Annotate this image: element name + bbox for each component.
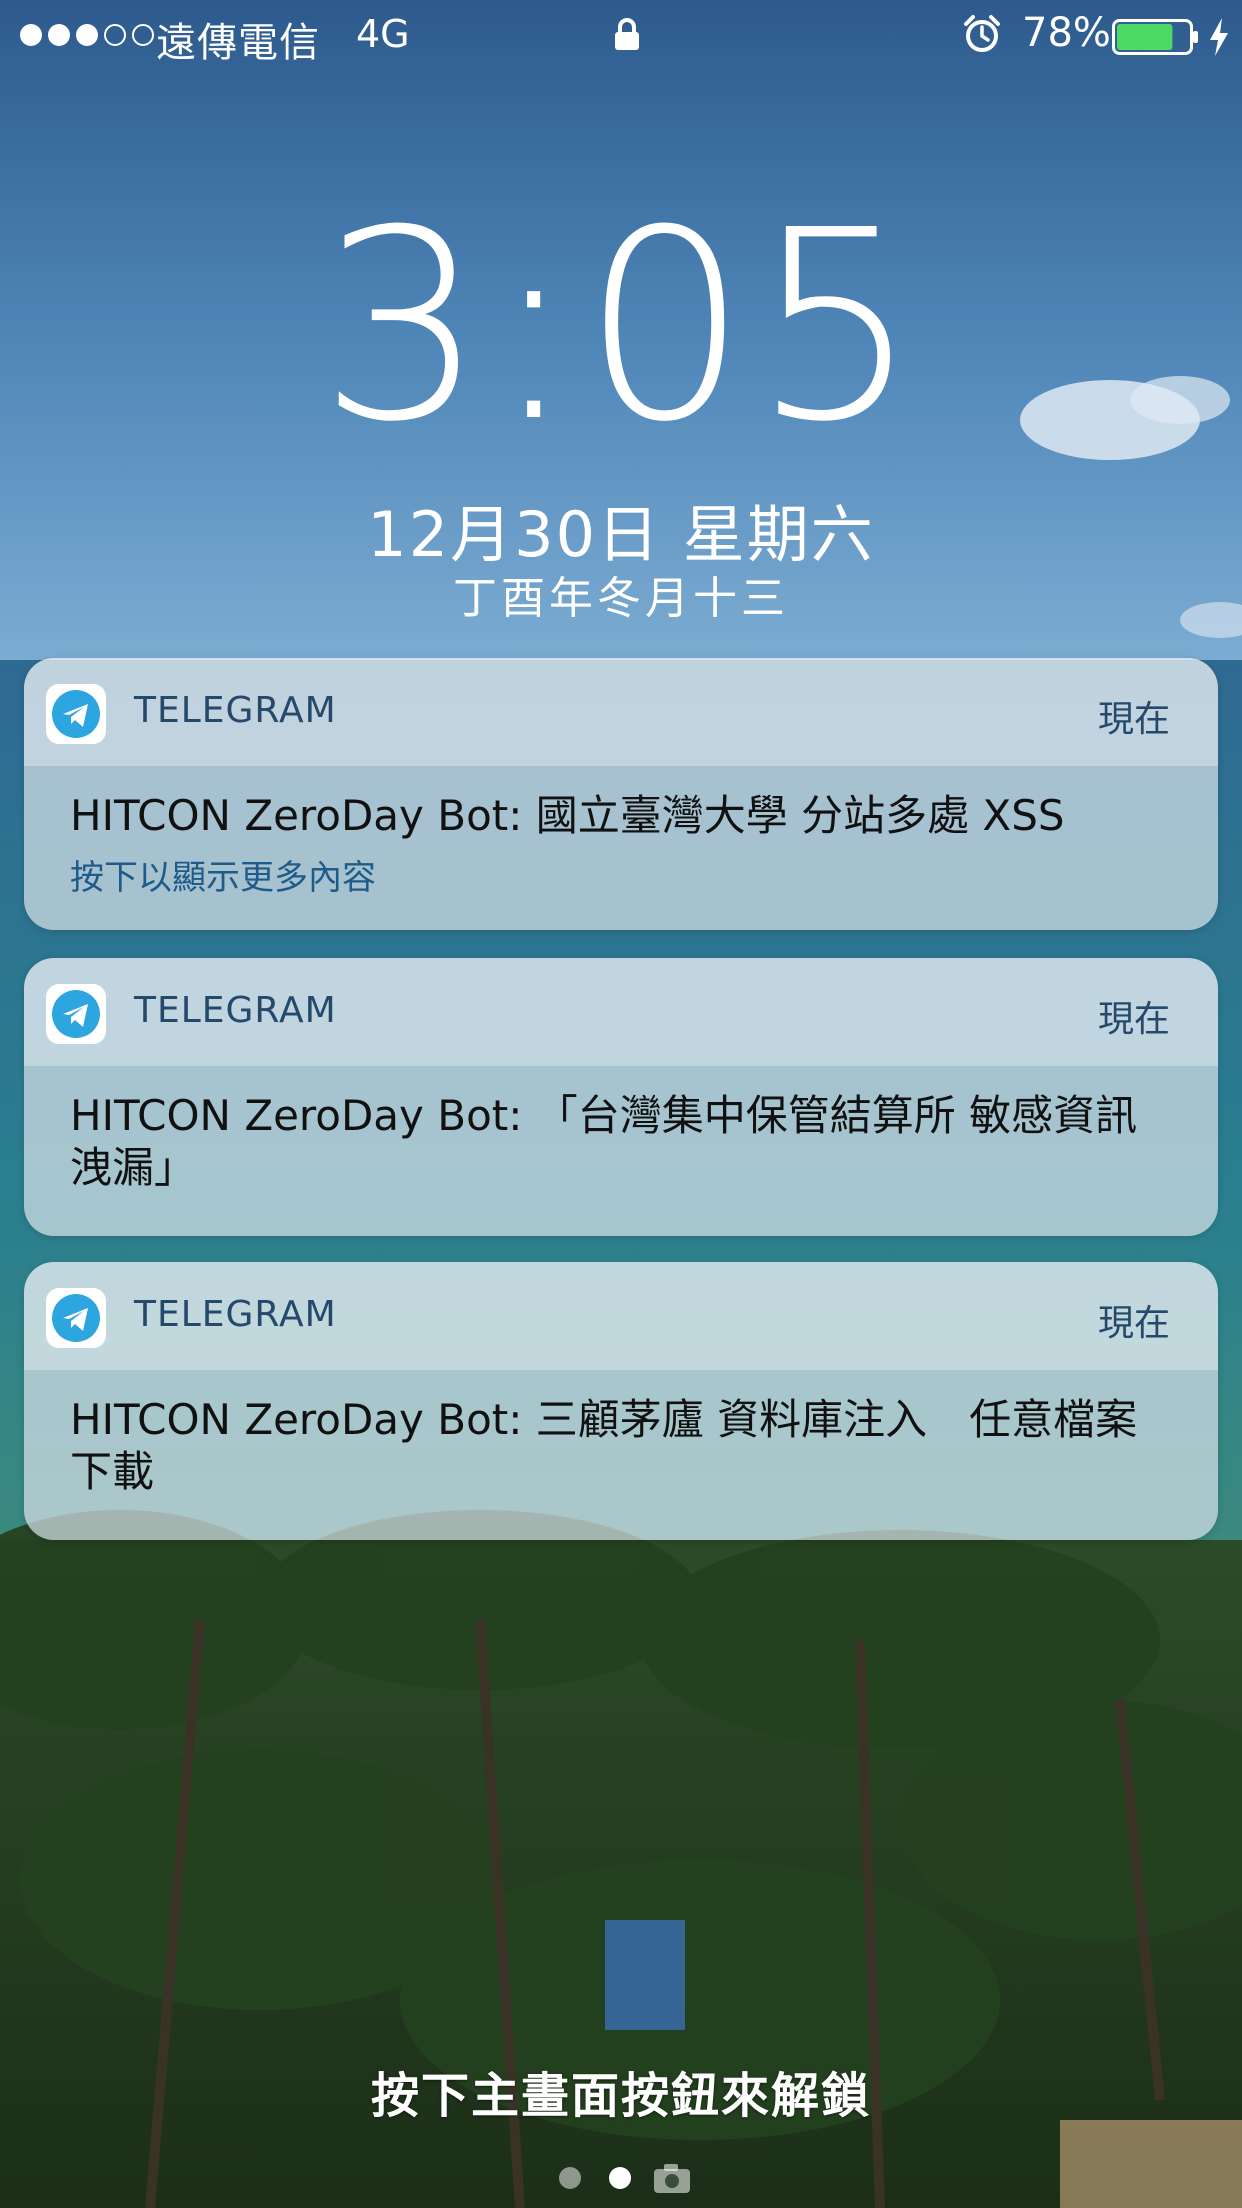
notification-card[interactable]: TELEGRAM 現在 HITCON ZeroDay Bot: 三顧茅廬 資料庫… (24, 1262, 1218, 1540)
notification-card[interactable]: TELEGRAM 現在 HITCON ZeroDay Bot: 「台灣集中保管結… (24, 958, 1218, 1236)
notification-header: TELEGRAM 現在 (24, 1262, 1218, 1370)
notification-body: HITCON ZeroDay Bot: 三顧茅廬 資料庫注入 任意檔案下載 (24, 1370, 1218, 1540)
lock-icon (615, 18, 639, 50)
signal-strength-indicator (20, 24, 154, 46)
battery-percentage: 78% (1022, 10, 1111, 56)
page-indicator[interactable] (556, 2160, 696, 2196)
notification-card[interactable]: TELEGRAM 現在 HITCON ZeroDay Bot: 國立臺灣大學 分… (24, 658, 1218, 930)
notification-body: HITCON ZeroDay Bot: 「台灣集中保管結算所 敏感資訊洩漏」 (24, 1066, 1218, 1236)
telegram-icon (46, 984, 106, 1044)
charging-bolt-icon (1210, 18, 1228, 56)
notification-app-name: TELEGRAM (134, 990, 337, 1031)
camera-icon[interactable] (654, 2164, 690, 2193)
notification-time: 現在 (1097, 999, 1170, 1040)
signal-dot (20, 24, 42, 46)
page-dot[interactable] (559, 2167, 581, 2189)
notification-body: HITCON ZeroDay Bot: 國立臺灣大學 分站多處 XSS 按下以顯… (24, 766, 1218, 930)
signal-dot (48, 24, 70, 46)
notification-message: HITCON ZeroDay Bot: 三顧茅廬 資料庫注入 任意檔案下載 (70, 1395, 1138, 1496)
status-bar: 遠傳電信 4G 78% (0, 0, 1242, 72)
signal-dot (104, 24, 126, 46)
notification-app-name: TELEGRAM (134, 690, 337, 731)
telegram-icon (46, 684, 106, 744)
unlock-hint: 按下主畫面按鈕來解鎖 (370, 2068, 871, 2124)
carrier-name: 遠傳電信 (156, 20, 320, 66)
page-dot-current[interactable] (609, 2167, 631, 2189)
lock-screen-time: 3:05 (318, 174, 924, 479)
notification-message: HITCON ZeroDay Bot: 「台灣集中保管結算所 敏感資訊洩漏」 (70, 1091, 1138, 1192)
lock-screen-date: 12月30日 星期六 (367, 498, 875, 571)
notification-time: 現在 (1097, 1303, 1170, 1344)
alarm-icon (964, 15, 1000, 52)
notification-header: TELEGRAM 現在 (24, 658, 1218, 766)
network-type: 4G (356, 12, 410, 56)
telegram-icon (46, 1288, 106, 1348)
notification-header: TELEGRAM 現在 (24, 958, 1218, 1066)
signal-dot (76, 24, 98, 46)
notification-message: HITCON ZeroDay Bot: 國立臺灣大學 分站多處 XSS (70, 791, 1065, 840)
lunar-date: 丁酉年冬月十三 (453, 573, 789, 624)
notification-time: 現在 (1097, 699, 1170, 740)
battery-icon (1112, 19, 1198, 55)
notification-expand-hint: 按下以顯示更多內容 (70, 858, 376, 898)
signal-dot (132, 24, 154, 46)
notification-app-name: TELEGRAM (134, 1294, 337, 1335)
